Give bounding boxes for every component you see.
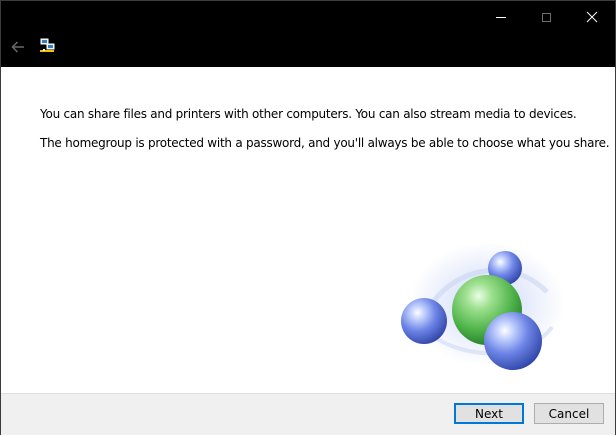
minimize-icon xyxy=(496,16,506,18)
cancel-button[interactable]: Cancel xyxy=(534,403,604,424)
homegroup-wizard-window: You can share files and printers with ot… xyxy=(0,0,616,435)
maximize-icon xyxy=(541,12,551,22)
back-button[interactable] xyxy=(7,37,29,57)
close-button[interactable] xyxy=(569,1,615,33)
wizard-content: You can share files and printers with ot… xyxy=(1,67,615,393)
minimize-button[interactable] xyxy=(478,1,524,33)
password-description-text: The homegroup is protected with a passwo… xyxy=(40,136,610,150)
homegroup-spheres-illustration xyxy=(401,242,565,370)
homegroup-icon xyxy=(40,38,55,52)
close-icon xyxy=(586,11,598,23)
wizard-footer: Next Cancel xyxy=(1,393,615,435)
back-arrow-icon xyxy=(11,41,24,53)
title-bar xyxy=(1,1,615,67)
maximize-button[interactable] xyxy=(523,1,569,33)
sharing-description-text: You can share files and printers with ot… xyxy=(40,107,577,121)
next-button[interactable]: Next xyxy=(454,403,524,424)
